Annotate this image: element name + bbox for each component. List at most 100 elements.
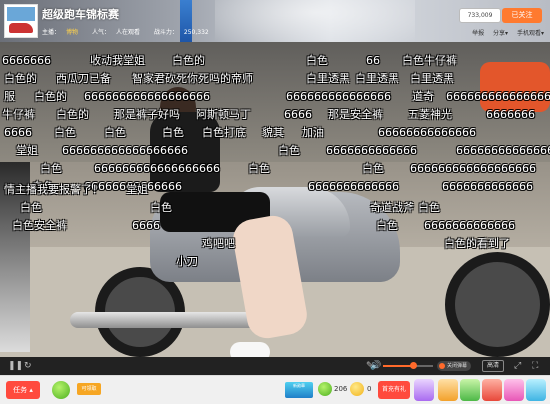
danmaku-comment: 6666 xyxy=(284,108,312,121)
share-button[interactable]: 分享▾ xyxy=(493,30,508,37)
danmaku-comment: 白色的 xyxy=(56,108,89,121)
danmaku-comment: 加油 xyxy=(302,126,324,139)
fishball-icon[interactable] xyxy=(52,381,70,399)
danmaku-comment: 66666666666666 xyxy=(378,126,476,139)
danmaku-comment: 白色 xyxy=(20,201,42,214)
danmaku-comment: 6666666666666 xyxy=(442,180,533,193)
gift-icon[interactable] xyxy=(526,379,546,401)
header-glow-decoration xyxy=(215,0,415,42)
danmaku-comment: 白里透黑 xyxy=(410,72,454,85)
recharge-button[interactable]: 首充有礼 xyxy=(378,381,410,399)
danmaku-comment: 白色 xyxy=(278,144,300,157)
danmaku-comment: 白色打底 xyxy=(202,126,246,139)
danmaku-comment: 6666666666666 xyxy=(326,144,417,157)
anchor-name[interactable]: 博物 xyxy=(66,29,78,36)
report-button[interactable]: 举报 xyxy=(472,30,484,37)
danmaku-comment: 6666666666666 xyxy=(308,180,399,193)
danmaku-comment: 白里透黑 xyxy=(355,72,399,85)
toggle-dot xyxy=(439,363,445,369)
danmaku-comment: 666666666666666666 xyxy=(62,144,188,157)
coin-icon xyxy=(350,382,364,396)
fishball-balance-icon xyxy=(318,382,332,396)
danmaku-comment: 666666666666666 xyxy=(286,90,391,103)
category-label: 人在观看 xyxy=(115,29,140,36)
coin-count: 0 xyxy=(367,385,372,393)
danmaku-comment: 白色 xyxy=(376,219,398,232)
danmaku-comment: 牛仔裤 xyxy=(2,108,35,121)
danmaku-comment: 智家君砍死你死吗的帝师 xyxy=(132,72,253,85)
danmaku-comment: 收动我堂姐 xyxy=(90,54,145,67)
danmaku-comment: 白色 xyxy=(104,126,126,139)
fan-count: 733,009 xyxy=(459,8,501,23)
danmaku-comment: 白色的 xyxy=(4,72,37,85)
danmaku-comment: 堂姐 xyxy=(16,144,38,157)
danmaku-comment: 666666666666666 xyxy=(446,90,550,103)
danmaku-comment: 白色安全裤 xyxy=(12,219,67,232)
tag-meta: 战斗力： 250,332 xyxy=(154,29,215,36)
danmaku-comment: 白色 xyxy=(248,162,270,175)
danmaku-comment: 情主播我要报警了！ xyxy=(4,183,103,196)
task-button[interactable]: 任务 ▴ xyxy=(6,381,40,399)
anchor-meta: 主播： 博物 xyxy=(42,29,84,36)
danmaku-comment: 鸡吧吧 xyxy=(202,237,235,250)
rider-shoe xyxy=(230,342,270,357)
danmaku-comment: 那是安全裤 xyxy=(328,108,383,121)
badge-button[interactable]: 新勋章 xyxy=(285,382,313,398)
danmaku-comment: 道奇 xyxy=(412,90,434,103)
danmaku-comment: 阿斯顿马丁 xyxy=(196,108,251,121)
volume-icon[interactable]: 🔊 xyxy=(370,360,381,372)
avatar-sky xyxy=(7,7,35,21)
danmaku-comment: 666666666666666666 xyxy=(84,90,210,103)
volume-slider[interactable] xyxy=(383,362,433,369)
danmaku-comment: 西瓜刀已备 xyxy=(56,72,111,85)
pause-icon[interactable]: ❚❚ xyxy=(8,360,23,372)
volume-fill xyxy=(383,365,413,367)
danmaku-comment: 白色 xyxy=(306,54,328,67)
mobile-watch-button[interactable]: 手机观看▾ xyxy=(517,30,544,37)
room-title: 超级跑车锦标赛 xyxy=(42,8,119,21)
danmaku-comment: 奇道战斧 xyxy=(370,201,414,214)
fullscreen-icon[interactable]: ⤢ xyxy=(514,360,521,372)
danmaku-comment: 白色 xyxy=(418,201,440,214)
danmaku-comment: 666666666666666666 xyxy=(94,162,220,175)
quality-select[interactable]: 高清 xyxy=(482,360,504,372)
danmaku-comment: 白色的 xyxy=(34,90,67,103)
player-controls: ❚❚ ↻ ✎ 🔊 关闭弹幕 高清 ⤢ ⛶ xyxy=(0,357,550,375)
danmaku-comment: 666666666666666666 xyxy=(410,162,536,175)
gift-icon[interactable] xyxy=(504,379,524,401)
gift-icon[interactable] xyxy=(482,379,502,401)
volume-knob[interactable] xyxy=(410,362,417,369)
expand-icon[interactable]: ⛶ xyxy=(532,360,538,372)
danmaku-toggle[interactable]: 关闭弹幕 xyxy=(437,361,471,371)
danmaku-comment: 白色牛仔裤 xyxy=(402,54,457,67)
anchor-label: 主播： xyxy=(42,29,61,36)
danmaku-comment: 6666 xyxy=(4,126,32,139)
collect-button[interactable]: 可领取 xyxy=(77,383,101,395)
danmaku-comment: 小刀 xyxy=(176,255,198,268)
refresh-icon[interactable]: ↻ xyxy=(24,360,32,372)
danmaku-comment: 66666666666666 xyxy=(456,144,550,157)
gift-icon[interactable] xyxy=(460,379,480,401)
danmaku-comment: 6666666666666 xyxy=(424,219,515,232)
streamer-avatar[interactable] xyxy=(4,4,38,38)
task-label: 任务 xyxy=(13,386,28,394)
follow-button[interactable]: 已关注 xyxy=(502,8,542,23)
danmaku-comment: 白色 xyxy=(150,201,172,214)
gift-icon[interactable] xyxy=(414,379,434,401)
danmaku-comment: 五菱神光 xyxy=(408,108,452,121)
video-player[interactable]: 6666666 收动我堂姐 白色的 白色 66 白色牛仔裤 白色的 西瓜刀已备 … xyxy=(0,42,550,357)
fishball-count: 206 xyxy=(334,385,348,393)
danmaku-comment: 6666 xyxy=(132,219,160,232)
live-stream-page: 超级跑车锦标赛 主播： 博物 人气： 人在观看 战斗力： 250,332 733,00… xyxy=(0,0,550,404)
danmaku-comment: 白色 xyxy=(162,126,184,139)
viewers-label: 人气： xyxy=(91,29,110,36)
room-meta: 主播： 博物 人气： 人在观看 战斗力： 250,332 xyxy=(42,27,221,36)
danmaku-comment: 6666666 xyxy=(2,54,51,67)
danmaku-toggle-label: 关闭弹幕 xyxy=(447,363,468,369)
gift-icon[interactable] xyxy=(438,379,458,401)
danmaku-comment: 白色的 xyxy=(172,54,205,67)
danmaku-comment: 白色 xyxy=(362,162,384,175)
danmaku-comment: 66 xyxy=(366,54,380,67)
viewers-meta: 人气： 人在观看 xyxy=(92,29,146,36)
danmaku-comment: 那是裤子好吗 xyxy=(114,108,180,121)
